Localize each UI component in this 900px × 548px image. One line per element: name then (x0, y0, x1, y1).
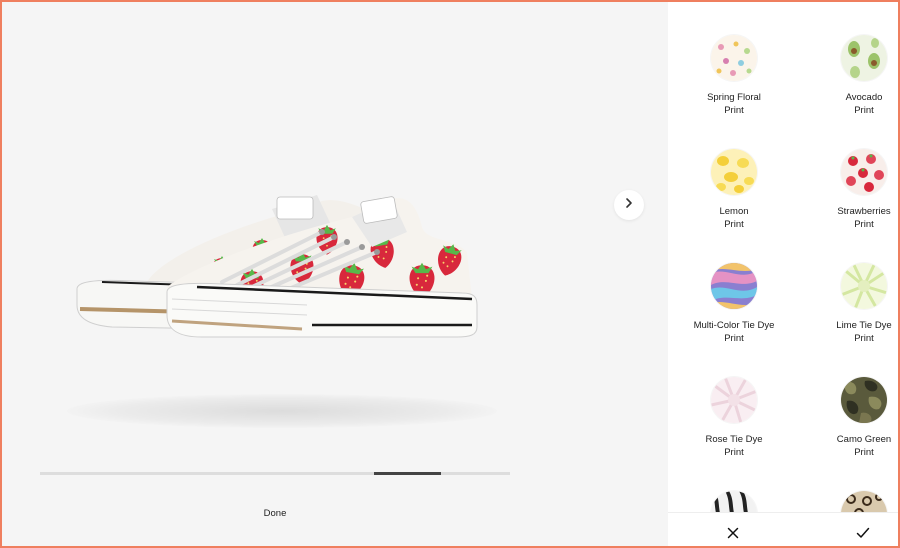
print-type: Print (854, 219, 874, 230)
confirm-button[interactable] (855, 527, 871, 543)
print-name: Rose Tie Dye (705, 434, 763, 445)
close-icon (727, 526, 739, 544)
checkmark-icon (856, 526, 870, 544)
spring-floral-swatch (711, 35, 757, 81)
print-type: Print (854, 333, 874, 344)
panel-action-bar (668, 512, 898, 546)
view-progress-track (40, 472, 510, 475)
print-option-camo-green[interactable]: Camo Green Print (806, 377, 898, 459)
avocado-swatch (841, 35, 887, 81)
print-option-leopard[interactable] (806, 491, 898, 512)
camo-green-swatch (841, 377, 887, 423)
print-name: Camo Green (836, 434, 892, 445)
print-option-strawberries[interactable]: Strawberries Print (806, 149, 898, 231)
print-type: Print (854, 447, 874, 458)
print-option-zebra[interactable] (676, 491, 792, 512)
strawberries-swatch (841, 149, 887, 195)
print-name: Lemon (719, 206, 749, 217)
print-name: Lime Tie Dye (836, 320, 892, 331)
multi-color-tie-dye-swatch (711, 263, 757, 309)
app-frame: Done Spring Floral Print Avocado Print L… (0, 0, 900, 548)
leopard-swatch (841, 491, 887, 512)
print-type: Print (724, 333, 744, 344)
print-type: Print (724, 219, 744, 230)
view-progress-indicator (374, 472, 441, 475)
lime-tie-dye-swatch (841, 263, 887, 309)
print-option-multi-color-tie-dye[interactable]: Multi-Color Tie Dye Print (676, 263, 792, 345)
product-viewer: Done (2, 2, 668, 546)
next-view-button[interactable] (614, 190, 644, 220)
zebra-swatch (711, 491, 757, 512)
lemon-swatch (711, 149, 757, 195)
print-option-avocado[interactable]: Avocado Print (806, 35, 898, 117)
shoe-shadow (67, 394, 497, 428)
print-name: Strawberries (837, 206, 891, 217)
shoe-illustration (76, 195, 478, 338)
print-type: Print (854, 105, 874, 116)
print-option-spring-floral[interactable]: Spring Floral Print (676, 35, 792, 117)
shoe-image (72, 187, 482, 357)
print-option-lime-tie-dye[interactable]: Lime Tie Dye Print (806, 263, 898, 345)
rose-tie-dye-swatch (711, 377, 757, 423)
print-option-lemon[interactable]: Lemon Print (676, 149, 792, 231)
cancel-button[interactable] (725, 527, 741, 543)
print-options-panel: Spring Floral Print Avocado Print Lemon … (668, 2, 898, 546)
print-option-rose-tie-dye[interactable]: Rose Tie Dye Print (676, 377, 792, 459)
print-type: Print (724, 105, 744, 116)
print-type: Print (724, 447, 744, 458)
print-name: Spring Floral (707, 92, 761, 103)
print-name: Multi-Color Tie Dye (693, 320, 775, 331)
chevron-right-icon (623, 196, 635, 214)
done-button[interactable]: Done (240, 508, 310, 519)
print-grid: Spring Floral Print Avocado Print Lemon … (668, 2, 898, 512)
print-name: Avocado (845, 92, 883, 103)
